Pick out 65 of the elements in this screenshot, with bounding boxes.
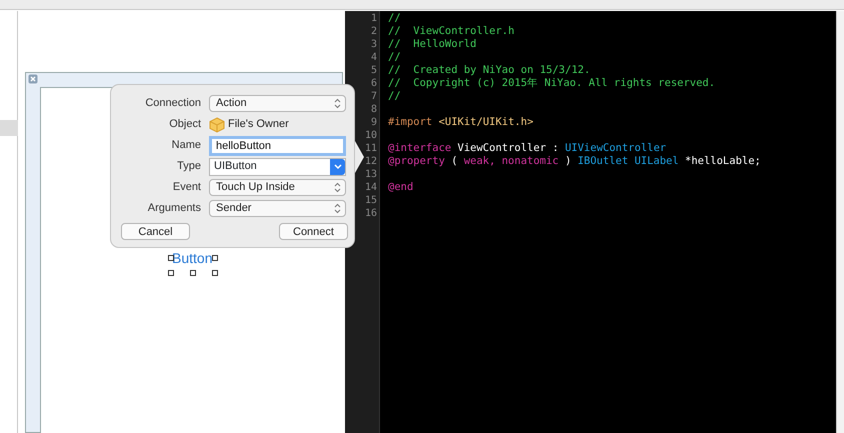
selection-handle[interactable] (212, 270, 218, 276)
selection-handle[interactable] (212, 255, 218, 261)
code-token: // ViewController.h (388, 25, 514, 38)
line-number: 14 (364, 181, 378, 194)
object-name: File's Owner (228, 117, 289, 132)
navigator-selection (0, 120, 18, 136)
line-number: 1 (370, 12, 378, 25)
chevron-down-icon (334, 164, 342, 170)
field-label: Name (170, 138, 202, 154)
code-token: ) (564, 155, 572, 168)
chevron-icon (334, 203, 341, 214)
popup-button[interactable]: Touch Up Inside (209, 179, 346, 196)
line-number: 13 (364, 168, 378, 181)
line-number: 7 (370, 90, 378, 103)
code-token: IBOutlet (578, 155, 628, 168)
code-token: ( (451, 155, 458, 168)
button-label[interactable]: Button (172, 250, 212, 267)
code-token: UILabel (634, 155, 679, 168)
selection-handle[interactable] (168, 270, 174, 276)
line-number: 15 (364, 194, 378, 207)
field-label: Arguments (146, 201, 202, 216)
code-token: // (388, 51, 401, 64)
line-number: 11 (364, 142, 378, 155)
line-number: 5 (370, 64, 378, 77)
line-number: 12 (364, 155, 378, 168)
field-label: Object (168, 117, 202, 132)
selection-handle[interactable] (168, 255, 174, 261)
connect-button[interactable]: Connect (279, 223, 348, 240)
code-token: weak, (464, 155, 496, 168)
line-number: 8 (370, 103, 378, 116)
code-token: // HelloWorld (388, 38, 477, 51)
type-combo-box[interactable]: UIButton (209, 158, 346, 176)
code-token: @interface (388, 142, 452, 155)
field-label: Event (172, 180, 202, 196)
code-token: UIViewController (564, 142, 666, 155)
code-token: // Copyright (c) 2015年 NiYao. All rights reserved. (388, 77, 716, 90)
box-icon (209, 116, 225, 132)
line-number: 16 (364, 207, 378, 220)
code-token: // (388, 90, 401, 103)
popup-button[interactable]: Action (209, 95, 346, 112)
chevron-icon (334, 182, 341, 193)
line-number: 3 (370, 38, 378, 51)
name-field[interactable]: helloButton (209, 136, 346, 156)
popup-button[interactable]: Sender (209, 200, 346, 217)
field-label: Connection (144, 96, 202, 112)
code-token: // Created by NiYao on 15/3/12. (388, 64, 590, 77)
chevron-icon (334, 98, 341, 109)
selection-handle[interactable] (190, 270, 196, 276)
cancel-button[interactable]: Cancel (121, 223, 190, 240)
line-number: 9 (370, 116, 378, 129)
dropdown-button[interactable] (330, 158, 345, 174)
code-token: // (388, 12, 401, 25)
code-token: #import (388, 116, 432, 129)
line-number: 10 (364, 129, 378, 142)
code-token: <UIKit/UIKit.h> (438, 116, 534, 129)
field-label: Type (176, 159, 202, 174)
code-token: @end (388, 181, 414, 194)
line-number: 6 (370, 77, 378, 90)
code-token: @property (388, 155, 445, 168)
code-token: *helloLable; (685, 155, 761, 168)
line-number: 4 (370, 51, 378, 64)
line-number: 2 (370, 25, 378, 38)
close-icon[interactable] (28, 74, 38, 84)
code-token: ViewController : (458, 142, 559, 155)
code-token: nonatomic (502, 155, 559, 168)
